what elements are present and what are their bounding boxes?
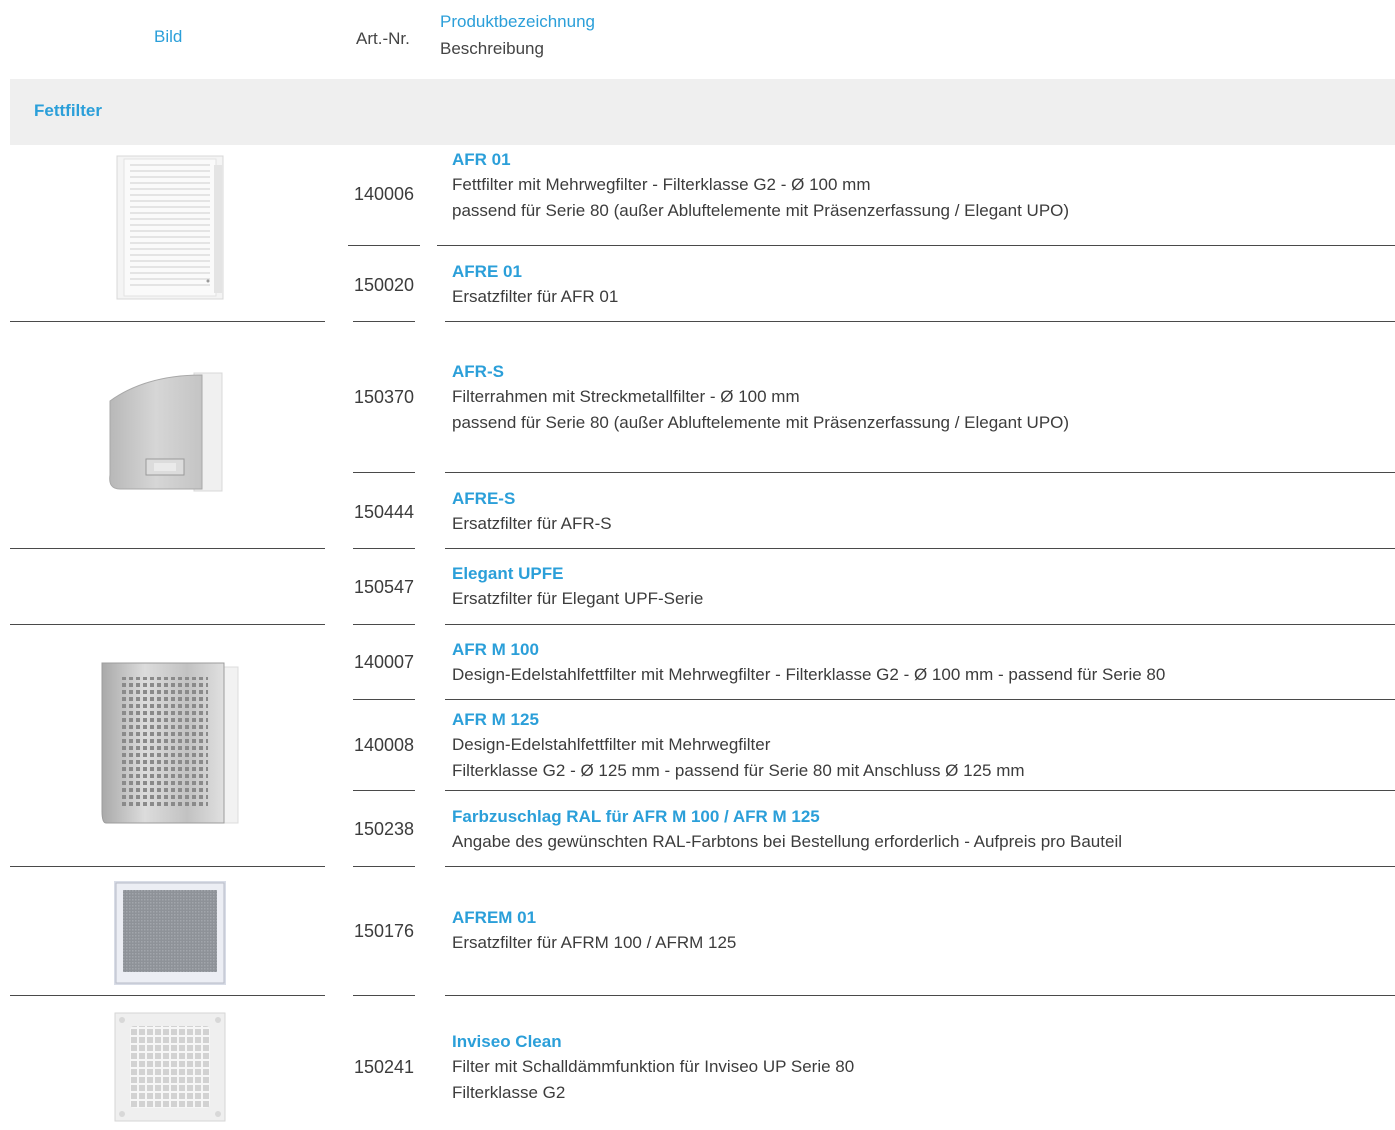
product-description-line: Ersatzfilter für AFR 01	[452, 287, 619, 306]
row-divider	[445, 548, 1395, 549]
row-divider	[437, 245, 1395, 246]
product-entry: Elegant UPFE Ersatzfilter für Elegant UP…	[452, 562, 703, 612]
product-name: Farbzuschlag RAL für AFR M 100 / AFR M 1…	[452, 807, 820, 826]
product-entry: AFR M 125 Design-Edelstahlfettfilter mit…	[452, 708, 1025, 784]
row-divider	[445, 699, 1395, 700]
article-number: 140007	[354, 652, 415, 672]
article-number: 140008	[354, 735, 415, 755]
row-divider	[353, 699, 415, 700]
afr-s-product-image	[109, 372, 223, 492]
product-entry: Farbzuschlag RAL für AFR M 100 / AFR M 1…	[452, 805, 1122, 855]
column-header-description: Beschreibung	[440, 39, 544, 58]
product-name: AFRE-S	[452, 489, 516, 508]
group-divider	[10, 548, 325, 549]
row-divider	[353, 790, 415, 791]
row-divider	[353, 995, 415, 996]
product-description-line: Fettfilter mit Mehrwegfilter - Filterkla…	[452, 175, 871, 194]
row-divider	[445, 472, 1395, 473]
product-name: Inviseo Clean	[452, 1032, 562, 1051]
product-description-line: passend für Serie 80 (außer Abluftelemen…	[452, 413, 1070, 432]
product-description-line: Filterrahmen mit Streckmetallfilter - Ø …	[452, 387, 800, 406]
column-header-image: Bild	[154, 27, 183, 46]
row-divider	[353, 321, 415, 322]
product-description-line: Filterklasse G2 - Ø 125 mm - passend für…	[452, 761, 1025, 780]
article-number: 150176	[354, 921, 415, 941]
product-description-line: Angabe des gewünschten RAL-Farbtons bei …	[452, 832, 1122, 851]
product-description-line: Ersatzfilter für Elegant UPF-Serie	[452, 589, 704, 608]
product-name: AFR-S	[452, 362, 504, 381]
row-divider	[445, 995, 1395, 996]
group-divider	[10, 866, 325, 867]
column-header-article-number: Art.-Nr.	[356, 29, 410, 48]
category-band	[10, 79, 1395, 145]
row-divider	[445, 321, 1395, 322]
inviseo-clean-product-image	[114, 1012, 226, 1122]
row-divider	[353, 472, 415, 473]
article-number: 150547	[354, 577, 415, 597]
product-entry: AFRE-S Ersatzfilter für AFR-S	[452, 487, 612, 537]
row-divider	[445, 790, 1395, 791]
article-number: 150020	[354, 275, 415, 295]
afr-01-product-image	[116, 155, 224, 300]
row-divider	[353, 624, 415, 625]
category-title: Fettfilter	[34, 101, 102, 120]
row-divider	[445, 866, 1395, 867]
product-entry: Inviseo Clean Filter mit Schalldämmfunkt…	[452, 1030, 854, 1106]
row-divider	[353, 866, 415, 867]
product-name: AFR M 125	[452, 710, 539, 729]
product-entry: AFREM 01 Ersatzfilter für AFRM 100 / AFR…	[452, 906, 736, 956]
article-number: 150241	[354, 1057, 415, 1077]
product-name: AFR 01	[452, 150, 511, 169]
product-description-line: Design-Edelstahlfettfilter mit Mehrwegfi…	[452, 665, 1166, 684]
article-number: 150444	[354, 502, 415, 522]
product-name: AFRE 01	[452, 262, 522, 281]
product-entry: AFR-S Filterrahmen mit Streckmetallfilte…	[452, 360, 1069, 436]
product-description-line: passend für Serie 80 (außer Abluftelemen…	[452, 201, 1070, 220]
product-entry: AFR 01 Fettfilter mit Mehrwegfilter - Fi…	[452, 148, 1069, 224]
afrem-01-product-image	[114, 881, 226, 985]
product-name: AFREM 01	[452, 908, 537, 927]
product-description-line: Ersatzfilter für AFR-S	[452, 514, 612, 533]
article-number: 150370	[354, 387, 415, 407]
row-divider	[348, 245, 420, 246]
group-divider	[10, 321, 325, 322]
product-name: AFR M 100	[452, 640, 539, 659]
product-description-line: Filterklasse G2	[452, 1083, 566, 1102]
product-entry: AFR M 100 Design-Edelstahlfettfilter mit…	[452, 638, 1165, 688]
product-description-line: Design-Edelstahlfettfilter mit Mehrwegfi…	[452, 735, 771, 754]
group-divider	[10, 995, 325, 996]
row-divider	[353, 548, 415, 549]
product-name: Elegant UPFE	[452, 564, 564, 583]
afr-m-product-image	[101, 662, 239, 824]
product-description-line: Ersatzfilter für AFRM 100 / AFRM 125	[452, 933, 737, 952]
product-description-line: Filter mit Schalldämmfunktion für Invise…	[452, 1057, 855, 1076]
product-entry: AFRE 01 Ersatzfilter für AFR 01	[452, 260, 618, 310]
group-divider	[10, 624, 325, 625]
row-divider	[445, 624, 1395, 625]
column-header-product-name: Produktbezeichnung	[440, 12, 596, 31]
article-number: 140006	[354, 184, 415, 204]
article-number: 150238	[354, 819, 415, 839]
